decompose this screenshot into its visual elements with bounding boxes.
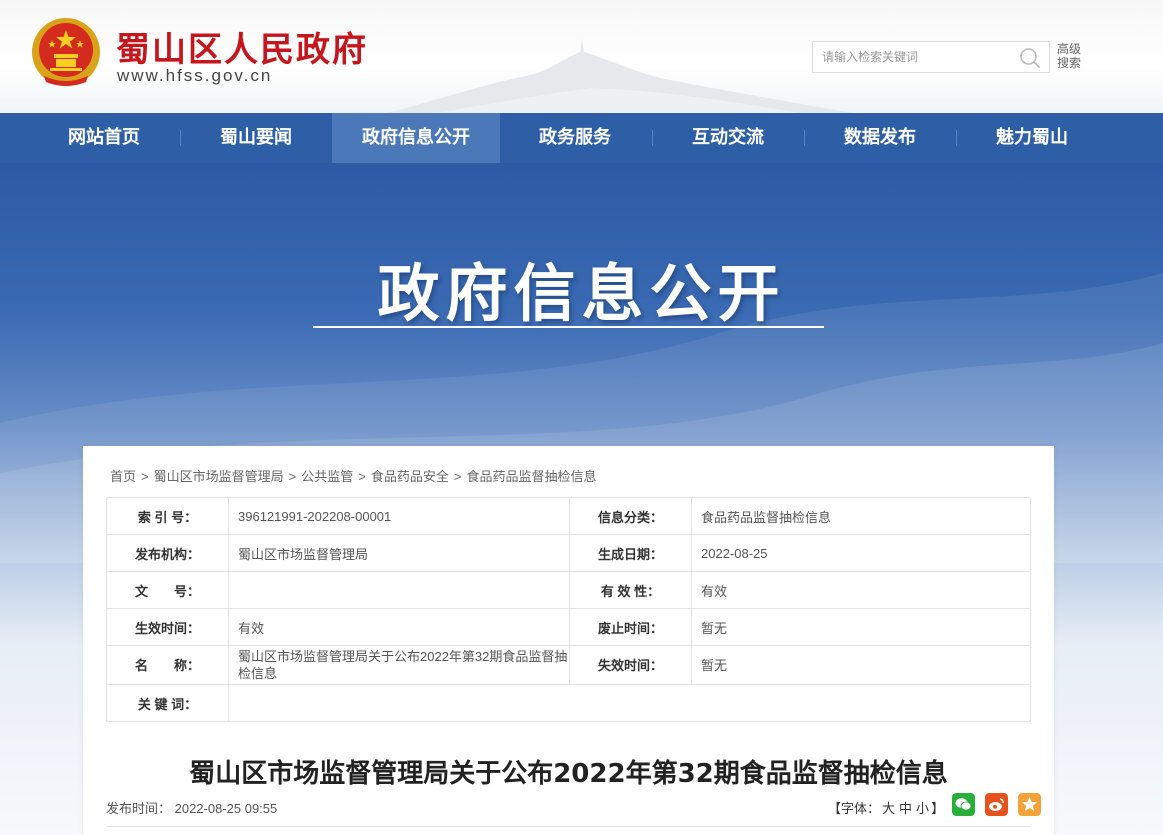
effective-label: 生效时间： (106, 608, 229, 646)
nav-separator (180, 130, 181, 146)
nav-item-services[interactable]: 政务服务 (500, 113, 650, 163)
national-emblem-icon (32, 18, 100, 86)
index-label: 索 引 号： (106, 497, 229, 535)
metadata-table: 索 引 号： 396121991-202208-00001 信息分类： 食品药品… (106, 497, 1031, 722)
nav-item-info-disclosure[interactable]: 政府信息公开 (332, 113, 500, 163)
site-title: 蜀山区人民政府 (116, 30, 368, 70)
nav-item-charm[interactable]: 魅力蜀山 (958, 113, 1106, 163)
table-row: 名 称： 蜀山区市场监督管理局关于公布2022年第32期食品监督抽检信息 失效时… (106, 645, 1031, 685)
banner-underline (313, 326, 824, 328)
font-small-button[interactable]: 小 (916, 801, 929, 816)
name-label: 名 称： (106, 645, 229, 685)
article-divider (106, 826, 1031, 827)
publish-time: 发布时间： 2022-08-25 09:55 (106, 801, 278, 816)
breadcrumb-sep: > (453, 469, 462, 484)
search-box (812, 41, 1050, 73)
docno-value (228, 571, 570, 609)
breadcrumb: 首页 > 蜀山区市场监督管理局 > 公共监管 > 食品药品安全 > 食品药品监督抽检信息 (110, 466, 596, 485)
weibo-share-icon[interactable] (985, 793, 1008, 816)
repeal-label: 废止时间： (569, 608, 692, 646)
site-url: www.hfss.gov.cn (117, 66, 273, 85)
index-value: 396121991-202208-00001 (228, 497, 570, 535)
keywords-value (228, 684, 1031, 722)
nav-separator (804, 130, 805, 146)
font-large-button[interactable]: 大 (882, 801, 895, 816)
table-row: 发布机构： 蜀山区市场监督管理局 生成日期： 2022-08-25 (106, 534, 1031, 572)
breadcrumb-public-supervision[interactable]: 公共监管 (301, 469, 353, 484)
table-row: 生效时间： 有效 废止时间： 暂无 (106, 608, 1031, 646)
nav-separator (652, 130, 653, 146)
advanced-search-link[interactable]: 高级搜索 (1057, 42, 1087, 70)
nav-item-data[interactable]: 数据发布 (806, 113, 954, 163)
category-value: 食品药品监督抽检信息 (691, 497, 1031, 535)
nav-separator (956, 130, 957, 146)
breadcrumb-sep: > (288, 469, 297, 484)
validity-value: 有效 (691, 571, 1031, 609)
font-medium-button[interactable]: 中 (899, 801, 912, 816)
breadcrumb-sep: > (358, 469, 366, 484)
wechat-share-icon[interactable] (952, 793, 975, 816)
breadcrumb-home[interactable]: 首页 (110, 469, 136, 484)
org-label: 发布机构： (106, 534, 229, 572)
main-nav: 网站首页 蜀山要闻 政府信息公开 政务服务 互动交流 数据发布 魅力蜀山 (0, 113, 1163, 163)
banner-title: 政府信息公开 (377, 257, 786, 330)
table-row: 文 号： 有 效 性： 有效 (106, 571, 1031, 609)
nav-item-interaction[interactable]: 互动交流 (654, 113, 802, 163)
mountain-backdrop (387, 38, 853, 113)
keywords-label: 关 键 词： (106, 684, 229, 722)
table-row: 索 引 号： 396121991-202208-00001 信息分类： 食品药品… (106, 497, 1031, 535)
table-row: 关 键 词： (106, 684, 1031, 722)
repeal-value: 暂无 (691, 608, 1031, 646)
content-card: 首页 > 蜀山区市场监督管理局 > 公共监管 > 食品药品安全 > 食品药品监督抽检信息 索 引… (83, 446, 1054, 835)
category-label: 信息分类： (569, 497, 692, 535)
nav-item-home[interactable]: 网站首页 (30, 113, 178, 163)
nav-item-news[interactable]: 蜀山要闻 (182, 113, 330, 163)
breadcrumb-sep: > (141, 469, 149, 484)
breadcrumb-inspection-info[interactable]: 食品药品监督抽检信息 (466, 469, 596, 484)
article-title: 蜀山区市场监督管理局关于公布2022年第32期食品监督抽检信息 (189, 759, 948, 789)
font-label-close: 】 (931, 801, 945, 816)
font-label-open: 【字体： (828, 801, 881, 816)
breadcrumb-food-drug-safety[interactable]: 食品药品安全 (371, 469, 449, 484)
date-value: 2022-08-25 (691, 534, 1031, 572)
date-label: 生成日期： (569, 534, 692, 572)
site-header: 蜀山区人民政府 www.hfss.gov.cn 高级搜索 (0, 0, 1163, 113)
name-value: 蜀山区市场监督管理局关于公布2022年第32期食品监督抽检信息 (228, 645, 570, 685)
search-icon[interactable] (1019, 47, 1041, 69)
org-value: 蜀山区市场监督管理局 (228, 534, 570, 572)
breadcrumb-bureau[interactable]: 蜀山区市场监督管理局 (154, 469, 284, 484)
font-size-control: 【字体：大中小】 (828, 798, 944, 817)
search-input[interactable] (813, 42, 1013, 72)
favorite-star-icon[interactable] (1018, 793, 1041, 816)
effective-value: 有效 (228, 608, 570, 646)
expire-value: 暂无 (691, 645, 1031, 685)
expire-label: 失效时间： (569, 645, 692, 685)
validity-label: 有 效 性： (569, 571, 692, 609)
docno-label: 文 号： (106, 571, 229, 609)
